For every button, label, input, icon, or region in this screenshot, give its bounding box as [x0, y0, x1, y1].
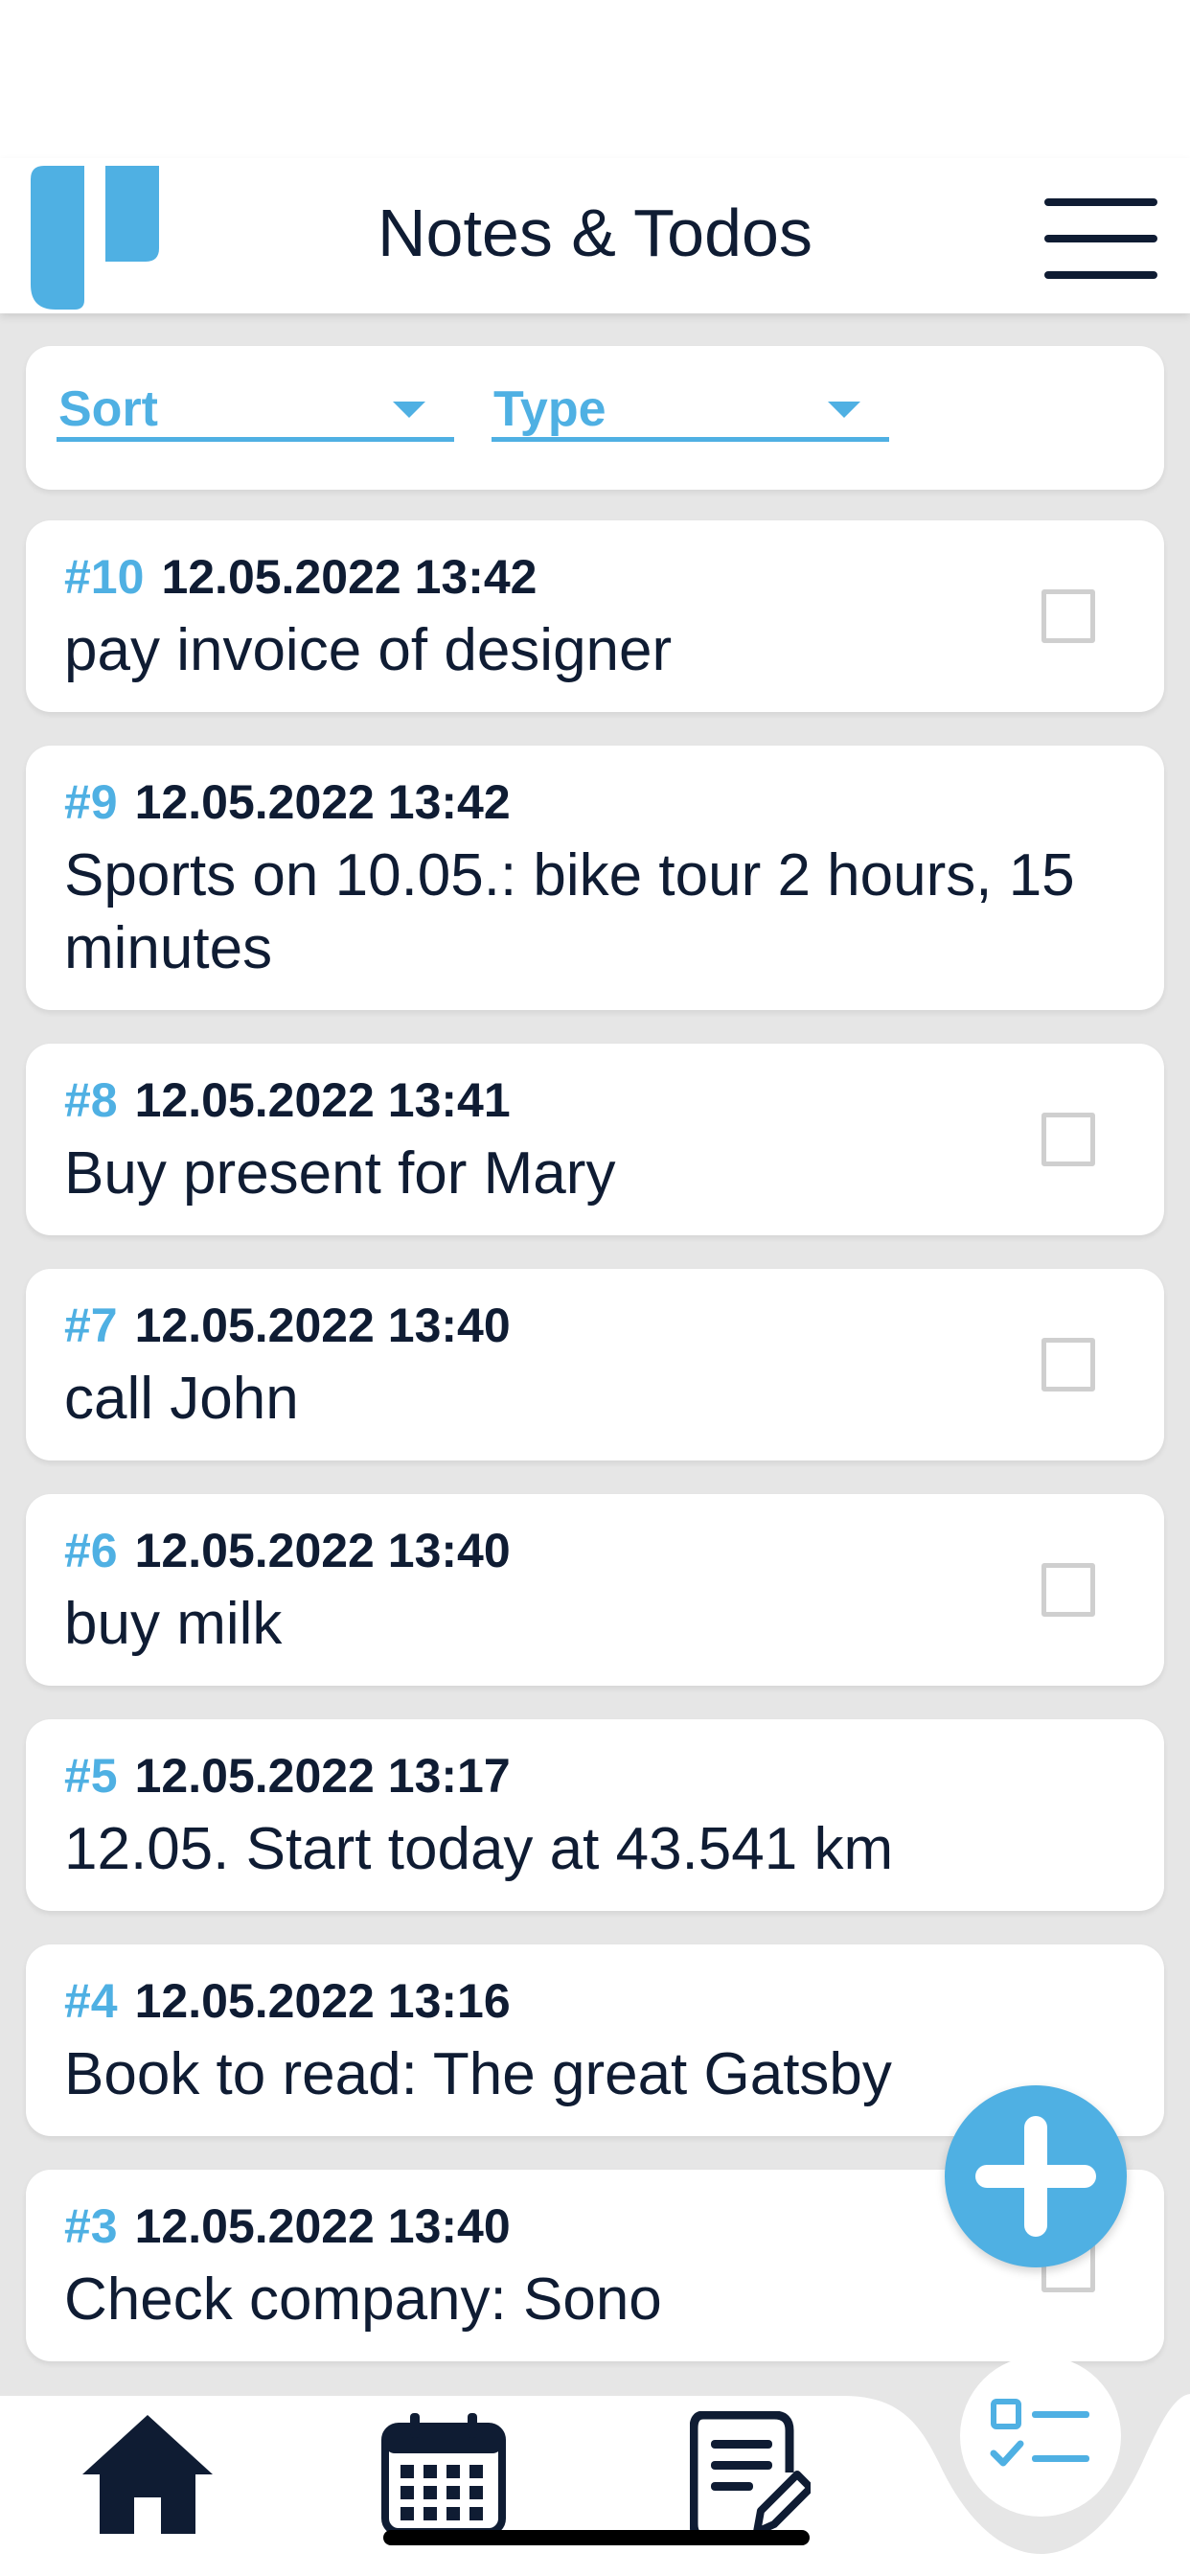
filter-bar: Sort Type [26, 346, 1164, 490]
home-indicator [383, 2530, 810, 2545]
note-text: buy milk [64, 1591, 283, 1657]
note-id: #4 [64, 1974, 118, 2028]
checklist-icon [990, 2399, 1089, 2467]
dropdown-arrow-icon [393, 402, 425, 418]
note-item[interactable]: #8 12.05.2022 13:41 Buy present for Mary [26, 1044, 1164, 1235]
home-icon[interactable] [82, 2415, 213, 2534]
sort-select[interactable]: Sort [57, 379, 454, 442]
note-text: call John [64, 1366, 299, 1432]
note-date: 12.05.2022 13:40 [134, 2199, 511, 2253]
note-item[interactable]: #9 12.05.2022 13:42 Sports on 10.05.: bik… [26, 746, 1164, 1010]
note-date: 12.05.2022 13:42 [161, 550, 538, 604]
todo-checkbox[interactable] [1041, 1338, 1095, 1392]
status-bar-area [0, 0, 1190, 158]
note-id: #7 [64, 1299, 118, 1352]
note-date: 12.05.2022 13:42 [134, 775, 511, 829]
type-select[interactable]: Type [492, 379, 889, 442]
page-title: Notes & Todos [378, 196, 812, 270]
todo-checkbox[interactable] [1041, 589, 1095, 643]
note-id: #9 [64, 775, 118, 829]
menu-button[interactable] [1044, 195, 1157, 283]
note-date: 12.05.2022 13:41 [134, 1073, 511, 1127]
note-text: pay invoice of designer [64, 617, 673, 683]
note-date: 12.05.2022 13:17 [134, 1749, 511, 1803]
note-item[interactable]: #10 12.05.2022 13:42 pay invoice of desig… [26, 520, 1164, 712]
note-id: #5 [64, 1749, 118, 1803]
dropdown-arrow-icon [828, 402, 860, 418]
note-date: 12.05.2022 13:40 [134, 1524, 511, 1577]
todo-checkbox[interactable] [1041, 1113, 1095, 1166]
note-id: #6 [64, 1524, 118, 1577]
note-item[interactable]: #7 12.05.2022 13:40 call John [26, 1269, 1164, 1460]
note-id: #3 [64, 2199, 118, 2253]
sort-select-label: Sort [58, 381, 158, 437]
todo-checkbox[interactable] [1041, 1563, 1095, 1617]
add-note-button[interactable] [945, 2085, 1127, 2267]
note-date: 12.05.2022 13:40 [134, 1299, 511, 1352]
note-item[interactable]: #6 12.05.2022 13:40 buy milk [26, 1494, 1164, 1686]
note-text: Sports on 10.05.: bike tour 2 hours, 15 … [64, 842, 1075, 981]
note-id: #10 [64, 550, 145, 604]
note-text: 12.05. Start today at 43.541 km [64, 1816, 894, 1882]
type-select-label: Type [493, 381, 606, 437]
note-item[interactable]: #5 12.05.2022 13:17 12.05. Start today at… [26, 1719, 1164, 1911]
notes-list: Sort Type #10 12.05.2022 13:42 pay invoic… [0, 313, 1190, 2396]
hamburger-menu-icon [1044, 198, 1157, 206]
note-edit-icon[interactable] [690, 2411, 811, 2542]
todos-tab[interactable] [960, 2356, 1121, 2517]
note-date: 12.05.2022 13:16 [134, 1974, 511, 2028]
calendar-icon[interactable] [381, 2411, 506, 2536]
app-header: Notes & Todos [0, 158, 1190, 313]
note-text: Buy present for Mary [64, 1140, 616, 1207]
note-id: #8 [64, 1073, 118, 1127]
